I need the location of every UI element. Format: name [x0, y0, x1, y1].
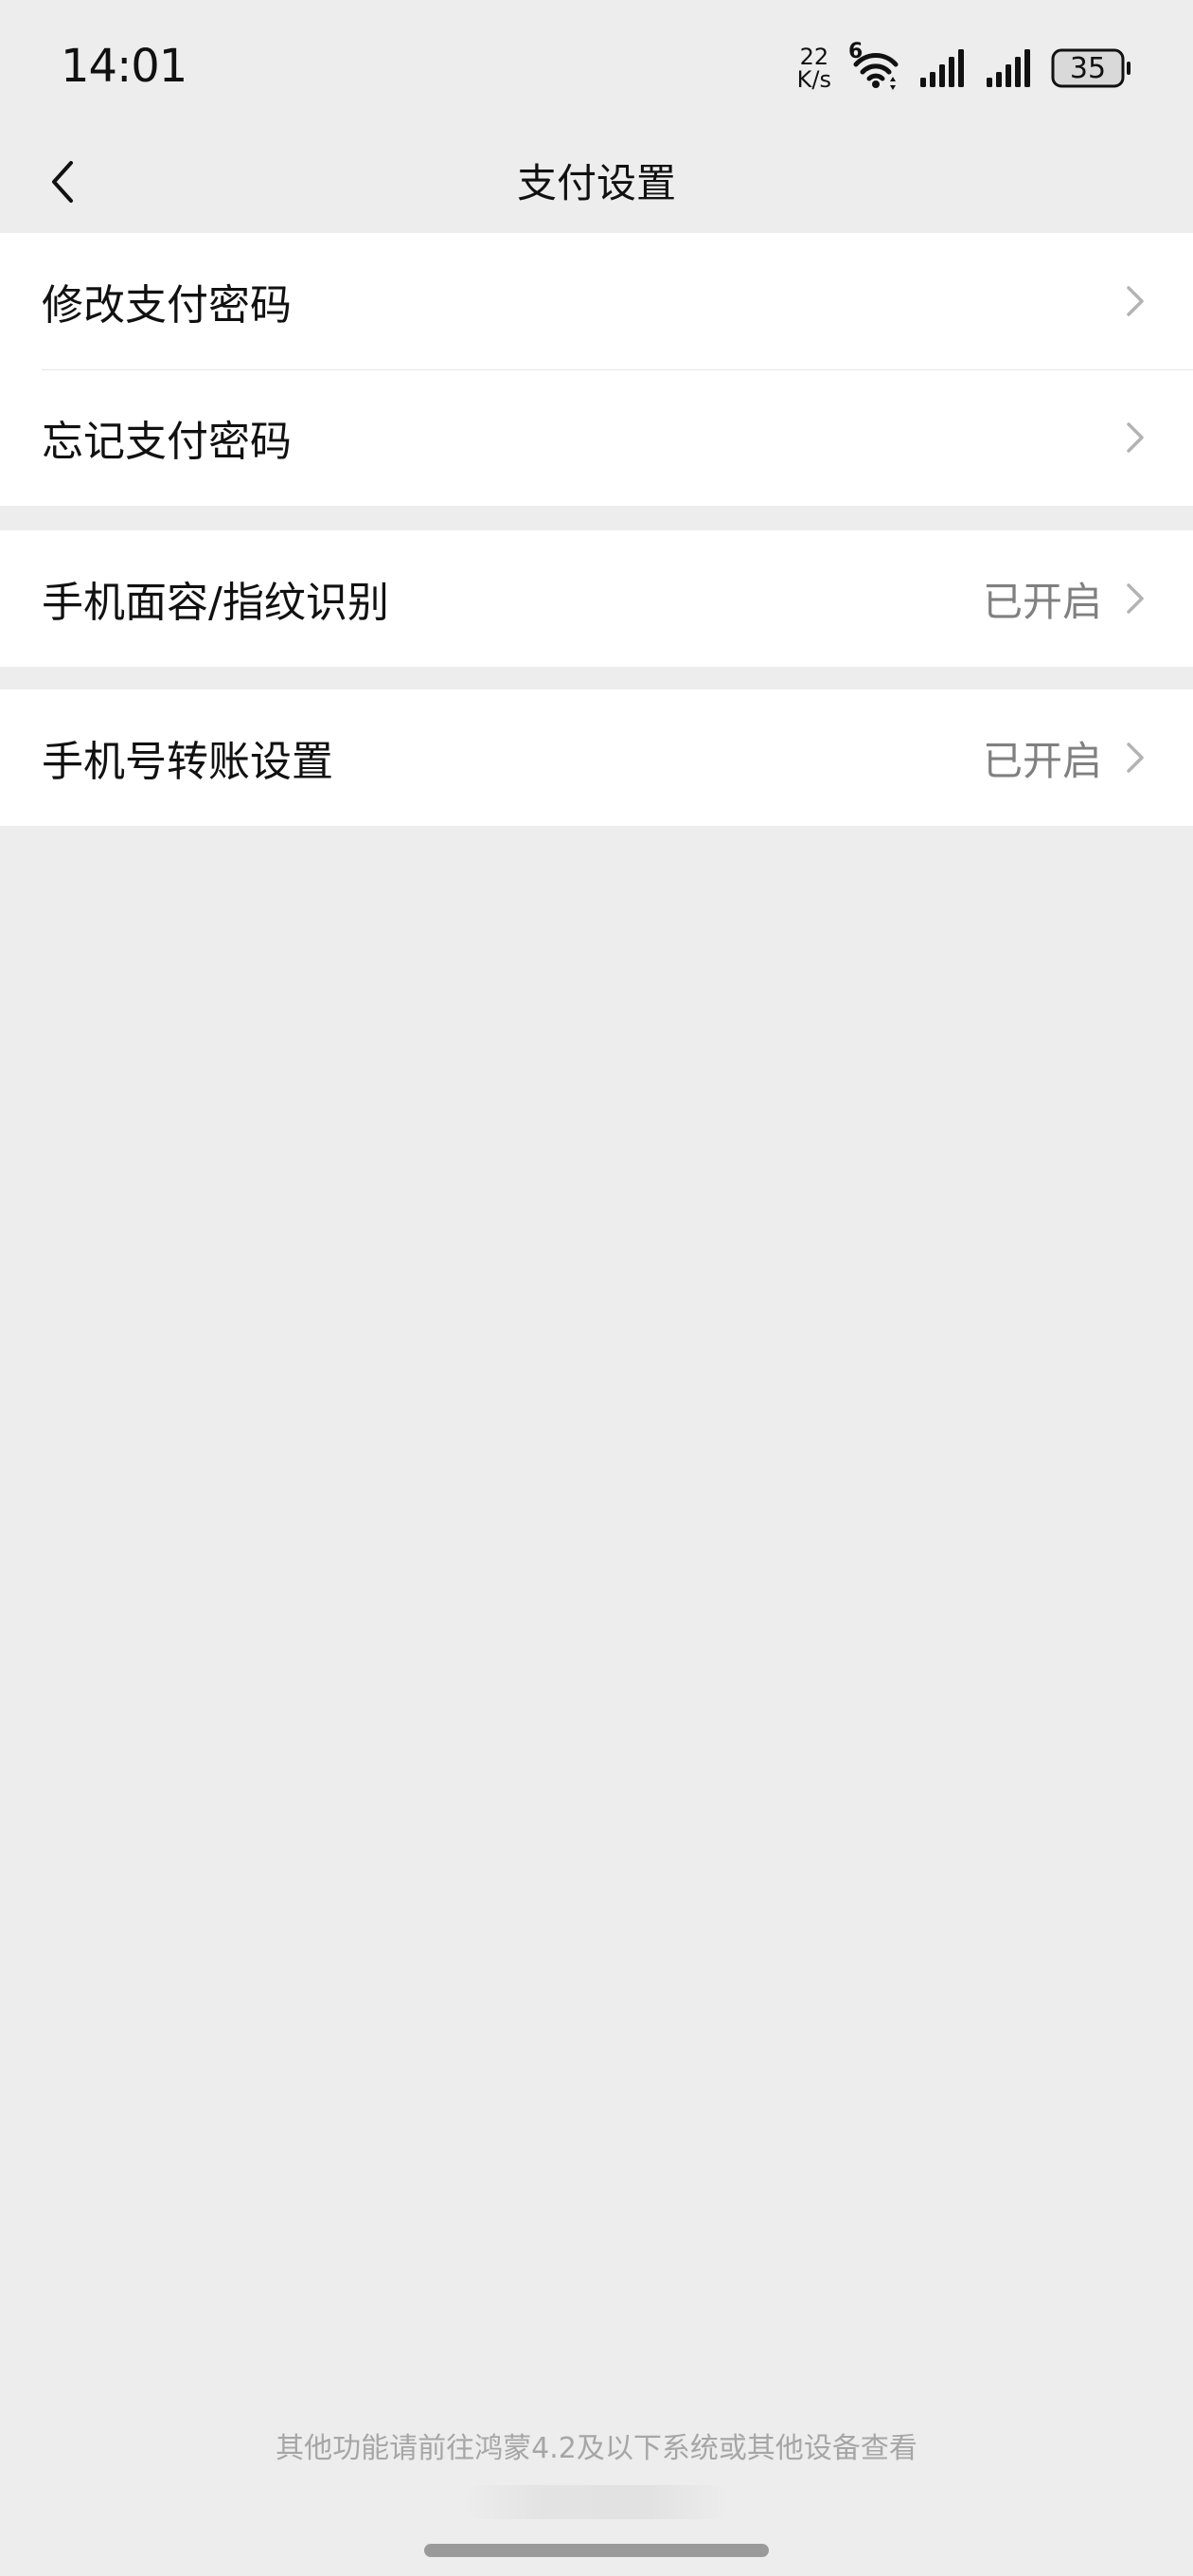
chevron-right-icon	[1123, 739, 1148, 777]
status-bar: 14:01 22 K/s 6 35	[0, 0, 1193, 133]
network-speed: 22 K/s	[797, 45, 831, 91]
footer-note: 其他功能请前往鸿蒙4.2及以下系统或其他设备查看	[276, 2432, 917, 2465]
settings-group-transfer: 手机号转账设置 已开启	[0, 689, 1193, 826]
settings-item-label: 忘记支付密码	[42, 418, 292, 466]
settings-item-label: 手机面容/指纹识别	[42, 579, 389, 627]
network-speed-unit: K/s	[796, 66, 831, 93]
settings-item-phone-transfer[interactable]: 手机号转账设置 已开启	[0, 689, 1193, 826]
settings-item-status: 已开启	[982, 737, 1102, 784]
battery-icon: 35	[1051, 47, 1132, 89]
settings-group-password: 修改支付密码 忘记支付密码	[0, 233, 1193, 506]
wifi-badge: 6	[848, 40, 864, 63]
chevron-right-icon	[1123, 282, 1148, 320]
signal-icon-2	[985, 47, 1034, 89]
chevron-right-icon	[1123, 419, 1148, 456]
signal-icon	[918, 47, 968, 89]
network-speed-value: 22	[799, 44, 829, 70]
chevron-right-icon	[1123, 580, 1148, 617]
battery-level: 35	[1069, 51, 1107, 85]
home-indicator[interactable]	[424, 2544, 769, 2557]
page-title: 支付设置	[516, 160, 676, 206]
settings-item-change-password[interactable]: 修改支付密码	[0, 233, 1193, 369]
footer-blurred-link	[464, 2485, 729, 2519]
wifi-icon: 6	[848, 40, 901, 91]
settings-group-biometric: 手机面容/指纹识别 已开启	[0, 530, 1193, 667]
settings-item-label: 手机号转账设置	[42, 738, 333, 786]
nav-bar: 支付设置	[0, 133, 1193, 231]
status-icons: 22 K/s 6 35	[797, 40, 1132, 97]
status-time: 14:01	[61, 40, 187, 93]
settings-item-face-fingerprint[interactable]: 手机面容/指纹识别 已开启	[0, 530, 1193, 667]
settings-item-label: 修改支付密码	[42, 281, 292, 330]
settings-item-status: 已开启	[982, 578, 1102, 625]
settings-item-forgot-password[interactable]: 忘记支付密码	[0, 369, 1193, 506]
